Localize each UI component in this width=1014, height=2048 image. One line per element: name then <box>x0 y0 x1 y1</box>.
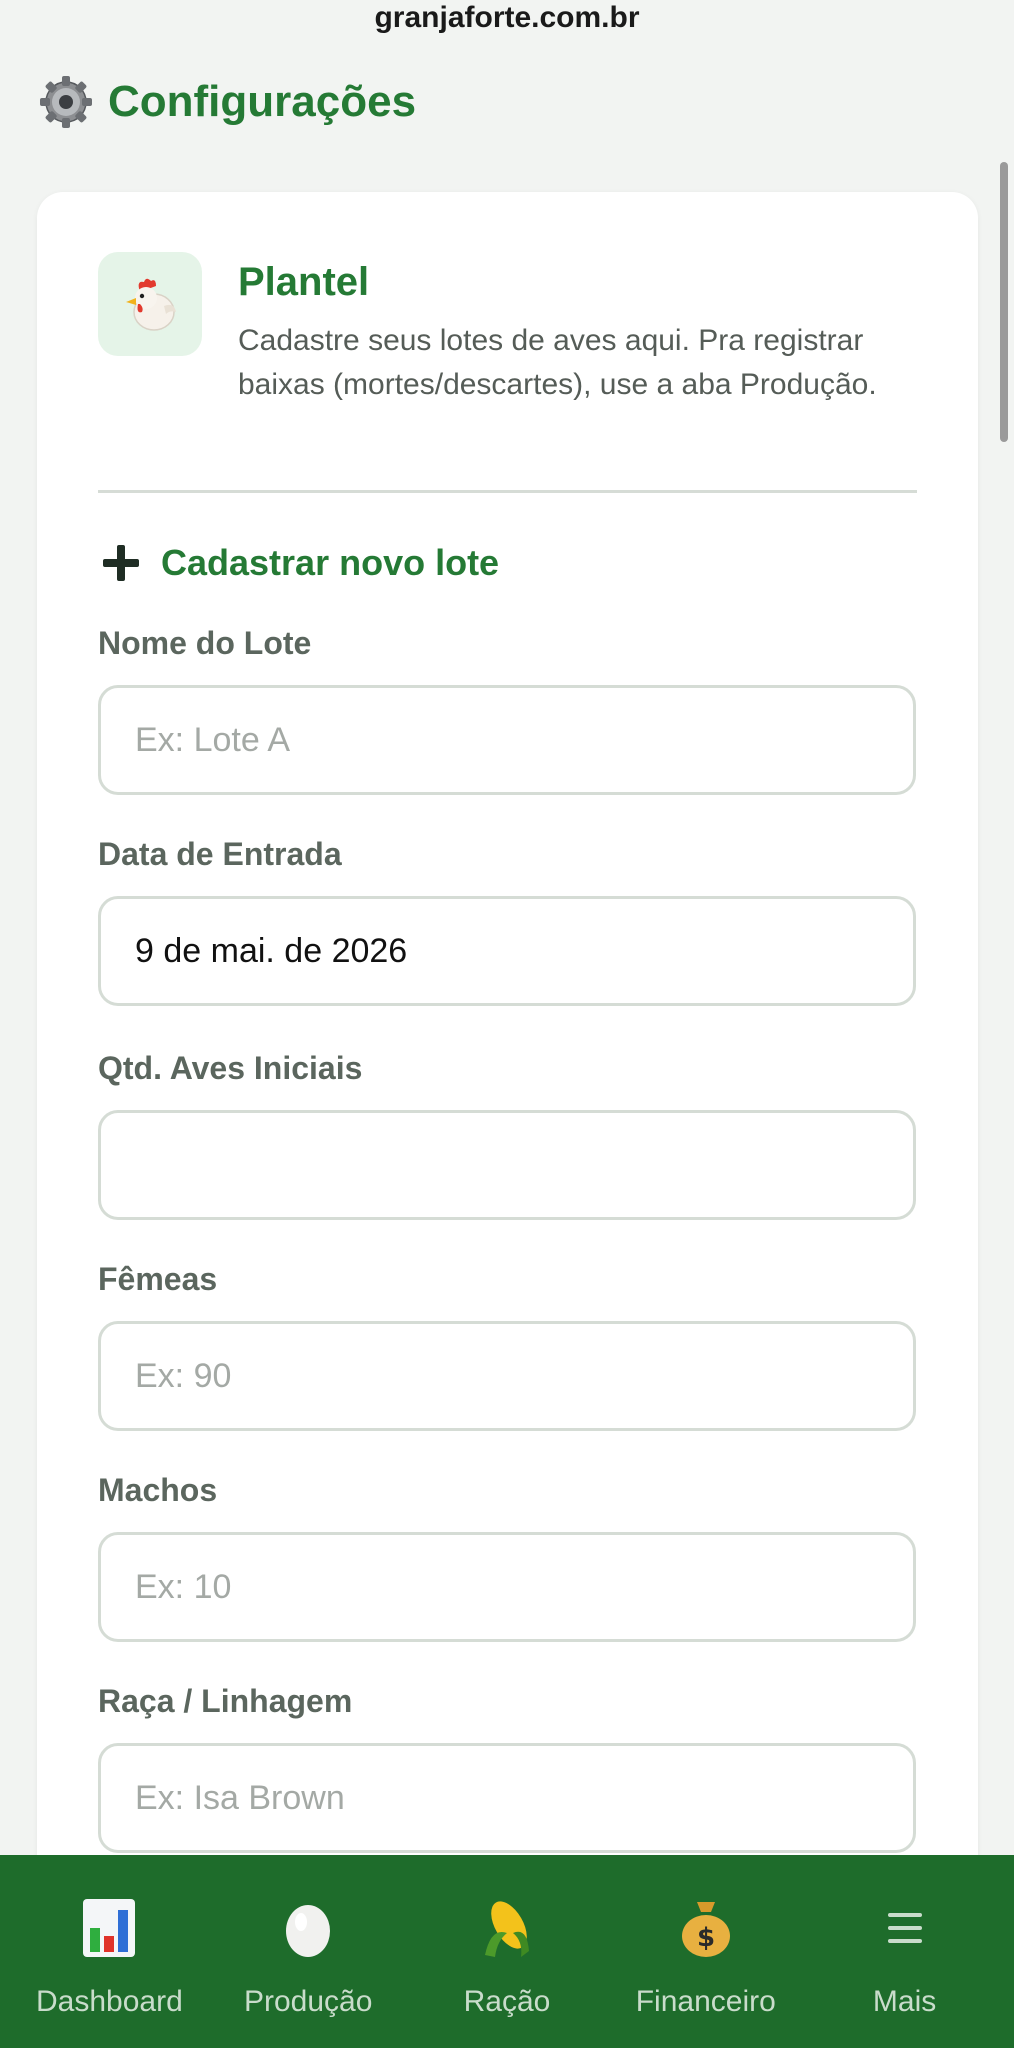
nav-item-dashboard[interactable]: Dashboard <box>14 1855 204 2048</box>
nav-label: Dashboard <box>36 1985 183 2018</box>
nav-item-mais[interactable]: Mais <box>810 1855 1000 2048</box>
females-label: Fêmeas <box>98 1261 218 1297</box>
new-lot-label: Cadastrar novo lote <box>161 542 500 583</box>
breed-input[interactable] <box>98 1743 916 1853</box>
corn-icon <box>472 1895 542 1961</box>
gear-icon <box>38 74 94 130</box>
scrollbar[interactable] <box>1000 162 1008 442</box>
page-title: Configurações <box>108 77 417 126</box>
svg-text:$: $ <box>697 1923 715 1953</box>
nav-item-producao[interactable]: Produção <box>213 1855 403 2048</box>
egg-icon <box>273 1895 343 1961</box>
money-bag-icon: $ <box>671 1895 741 1961</box>
males-input[interactable] <box>98 1532 916 1642</box>
plantel-card: Plantel Cadastre seus lotes de aves aqui… <box>37 192 978 2048</box>
page-header: Configurações <box>38 72 416 132</box>
females-input[interactable] <box>98 1321 916 1431</box>
nav-label: Financeiro <box>635 1985 776 2018</box>
entry-date-label: Data de Entrada <box>98 836 342 872</box>
entry-date-input[interactable] <box>98 896 916 1006</box>
initial-birds-input[interactable] <box>98 1110 916 1220</box>
males-label: Machos <box>98 1472 218 1508</box>
bar-chart-icon <box>74 1895 144 1961</box>
nav-item-racao[interactable]: Ração <box>412 1855 602 2048</box>
new-lot-heading: Cadastrar novo lote <box>103 542 499 584</box>
nav-label: Ração <box>463 1985 551 2018</box>
nav-label: Produção <box>243 1985 373 2018</box>
section-header: Plantel Cadastre seus lotes de aves aqui… <box>98 252 917 407</box>
section-description: Cadastre seus lotes de aves aqui. Pra re… <box>238 324 877 401</box>
initial-birds-label: Qtd. Aves Iniciais <box>98 1050 363 1086</box>
lot-name-input[interactable] <box>98 685 916 795</box>
nav-label: Mais <box>872 1985 937 2018</box>
hamburger-menu-icon <box>870 1895 940 1961</box>
section-title: Plantel <box>238 260 370 304</box>
nav-item-financeiro[interactable]: $ Financeiro <box>611 1855 801 2048</box>
bottom-nav: Dashboard Produção Ração $ Financeiro Ma… <box>0 1855 1014 2048</box>
lot-name-label: Nome do Lote <box>98 625 312 661</box>
breed-label: Raça / Linhagem <box>98 1683 353 1719</box>
plus-icon <box>103 545 139 581</box>
divider <box>98 490 917 493</box>
chicken-icon <box>98 252 202 356</box>
browser-url[interactable]: granjaforte.com.br <box>0 0 1014 38</box>
